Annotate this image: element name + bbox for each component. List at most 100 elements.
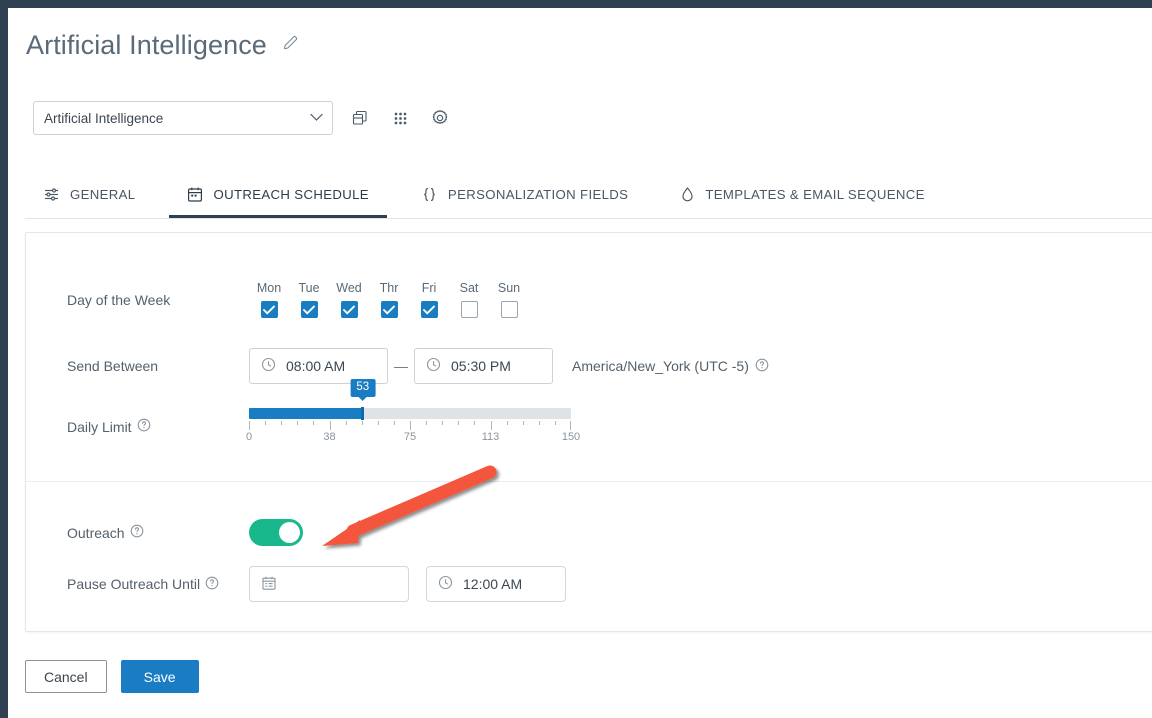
- cancel-button[interactable]: Cancel: [25, 660, 107, 693]
- pause-outreach-label-text: Pause Outreach Until: [67, 576, 201, 592]
- calendar-icon: [187, 186, 203, 203]
- tab-personalization-fields[interactable]: PERSONALIZATION FIELDS: [403, 173, 646, 218]
- daily-limit-label-text: Daily Limit: [67, 418, 132, 435]
- braces-icon: [421, 186, 438, 203]
- save-button[interactable]: Save: [120, 660, 199, 693]
- slider-tick-minor: [265, 421, 267, 425]
- outreach-toggle[interactable]: [249, 519, 303, 546]
- help-circle-icon[interactable]: [130, 524, 144, 541]
- tab-outreach-schedule-label: OUTREACH SCHEDULE: [213, 186, 369, 202]
- tab-templates-email-sequence-label: TEMPLATES & EMAIL SEQUENCE: [705, 186, 925, 202]
- slider-tick-minor: [281, 421, 283, 425]
- slider-tick-minor: [442, 421, 444, 425]
- slider-tick-minor: [313, 421, 315, 425]
- slider-tick-minor: [538, 421, 540, 425]
- title-row: Artificial Intelligence: [26, 30, 301, 61]
- pause-outreach-time-value: 12:00 AM: [463, 576, 523, 592]
- pause-outreach-time-input[interactable]: 12:00 AM: [426, 566, 566, 602]
- day-checkbox-thr[interactable]: [380, 301, 398, 318]
- daily-limit-slider[interactable]: 53 0 38 75 113 150: [245, 379, 580, 445]
- clock-icon: [426, 357, 441, 375]
- send-end-time-input[interactable]: 05:30 PM: [414, 348, 553, 384]
- help-circle-icon[interactable]: [755, 358, 769, 375]
- grid-dots-icon[interactable]: [387, 105, 413, 131]
- help-circle-icon[interactable]: [137, 418, 151, 435]
- slider-tick-major: [410, 421, 411, 430]
- daily-limit-row: Daily Limit 53 0 38 75 113 150: [67, 379, 580, 445]
- pause-outreach-date-input[interactable]: [249, 566, 409, 602]
- day-cell-wed: Wed: [329, 281, 369, 318]
- day-cell-sun: Sun: [489, 281, 529, 318]
- slider-tick-minor: [377, 421, 379, 425]
- day-label-fri: Fri: [421, 281, 437, 295]
- tab-templates-email-sequence[interactable]: TEMPLATES & EMAIL SEQUENCE: [662, 173, 942, 218]
- slider-tick-major: [570, 421, 571, 430]
- send-start-time-value: 08:00 AM: [286, 358, 346, 374]
- slider-tick-major: [490, 421, 492, 430]
- timezone-display: America/New_York (UTC -5): [572, 358, 769, 375]
- campaign-select[interactable]: Artificial Intelligence: [33, 101, 333, 135]
- day-label-sun: Sun: [497, 281, 521, 295]
- page-title: Artificial Intelligence: [26, 30, 267, 60]
- droplet-icon: [680, 186, 695, 203]
- gear-icon[interactable]: [427, 105, 453, 131]
- day-cell-fri: Fri: [409, 281, 449, 318]
- help-circle-icon[interactable]: [205, 576, 219, 593]
- slider-tick-minor: [474, 421, 476, 425]
- slider-tick-label: 0: [245, 431, 253, 443]
- slider-tick-major: [329, 421, 331, 430]
- calendar-icon: [261, 575, 277, 594]
- send-between-row: Send Between 08:00 AM — 05:30 PM America…: [67, 348, 769, 384]
- clock-icon: [261, 357, 276, 375]
- window-chrome-top: [0, 0, 1152, 8]
- slider-tick-minor: [458, 421, 460, 425]
- app-root: Artificial Intelligence Artificial Intel…: [0, 0, 1152, 718]
- slider-thumb[interactable]: [361, 407, 365, 420]
- day-checkbox-wed[interactable]: [340, 301, 358, 318]
- slider-tick-minor: [345, 421, 347, 425]
- day-checkbox-mon[interactable]: [260, 301, 278, 318]
- day-label-mon: Mon: [256, 281, 282, 295]
- tab-personalization-fields-label: PERSONALIZATION FIELDS: [447, 186, 629, 202]
- day-checkbox-fri[interactable]: [420, 301, 438, 318]
- outreach-row: Outreach: [67, 519, 303, 546]
- day-of-week-label: Day of the Week: [67, 291, 171, 308]
- daily-limit-label: Daily Limit: [67, 418, 249, 435]
- clock-icon: [438, 575, 453, 593]
- tab-general[interactable]: GENERAL: [25, 173, 153, 218]
- day-checkbox-tue[interactable]: [300, 301, 318, 318]
- day-checkbox-sun[interactable]: [500, 301, 518, 318]
- slider-tick-label: 150: [561, 431, 581, 443]
- day-of-week-row: Day of the Week Mon Tue Wed Thr Fri Sat …: [67, 281, 529, 318]
- slider-track[interactable]: 53: [249, 379, 571, 420]
- outreach-schedule-card: Day of the Week Mon Tue Wed Thr Fri Sat …: [25, 232, 1152, 632]
- page-content: Artificial Intelligence Artificial Intel…: [8, 8, 1152, 718]
- pencil-icon[interactable]: [281, 33, 301, 58]
- slider-tick-major: [249, 421, 250, 430]
- outreach-toggle-knob: [279, 522, 300, 543]
- slider-tick-labels: 0 38 75 113 150: [245, 431, 580, 445]
- tab-outreach-schedule[interactable]: OUTREACH SCHEDULE: [169, 173, 387, 218]
- slider-tick-minor: [393, 421, 395, 425]
- day-label-tue: Tue: [298, 281, 320, 295]
- slider-value-bubble: 53: [350, 379, 376, 397]
- day-cell-tue: Tue: [289, 281, 329, 318]
- slider-tick-minor: [554, 421, 556, 425]
- send-end-time-value: 05:30 PM: [451, 358, 511, 374]
- chevron-down-icon: [310, 109, 323, 127]
- slider-tick-label: 38: [323, 431, 336, 443]
- pause-outreach-row: Pause Outreach Until 12:00 AM: [67, 566, 566, 602]
- slider-tick-minor: [361, 421, 363, 425]
- day-cell-mon: Mon: [249, 281, 289, 318]
- form-actions: Cancel Save: [25, 660, 199, 693]
- slider-tick-minor: [506, 421, 508, 425]
- day-label-wed: Wed: [336, 281, 362, 295]
- day-checkbox-sat[interactable]: [460, 301, 478, 318]
- day-label-thr: Thr: [379, 281, 399, 295]
- duplicate-icon[interactable]: [347, 105, 373, 131]
- slider-tick-label: 113: [481, 431, 500, 443]
- slider-tick-minor: [522, 421, 524, 425]
- outreach-label: Outreach: [67, 524, 249, 541]
- day-label-sat: Sat: [459, 281, 479, 295]
- window-chrome-left: [0, 0, 8, 718]
